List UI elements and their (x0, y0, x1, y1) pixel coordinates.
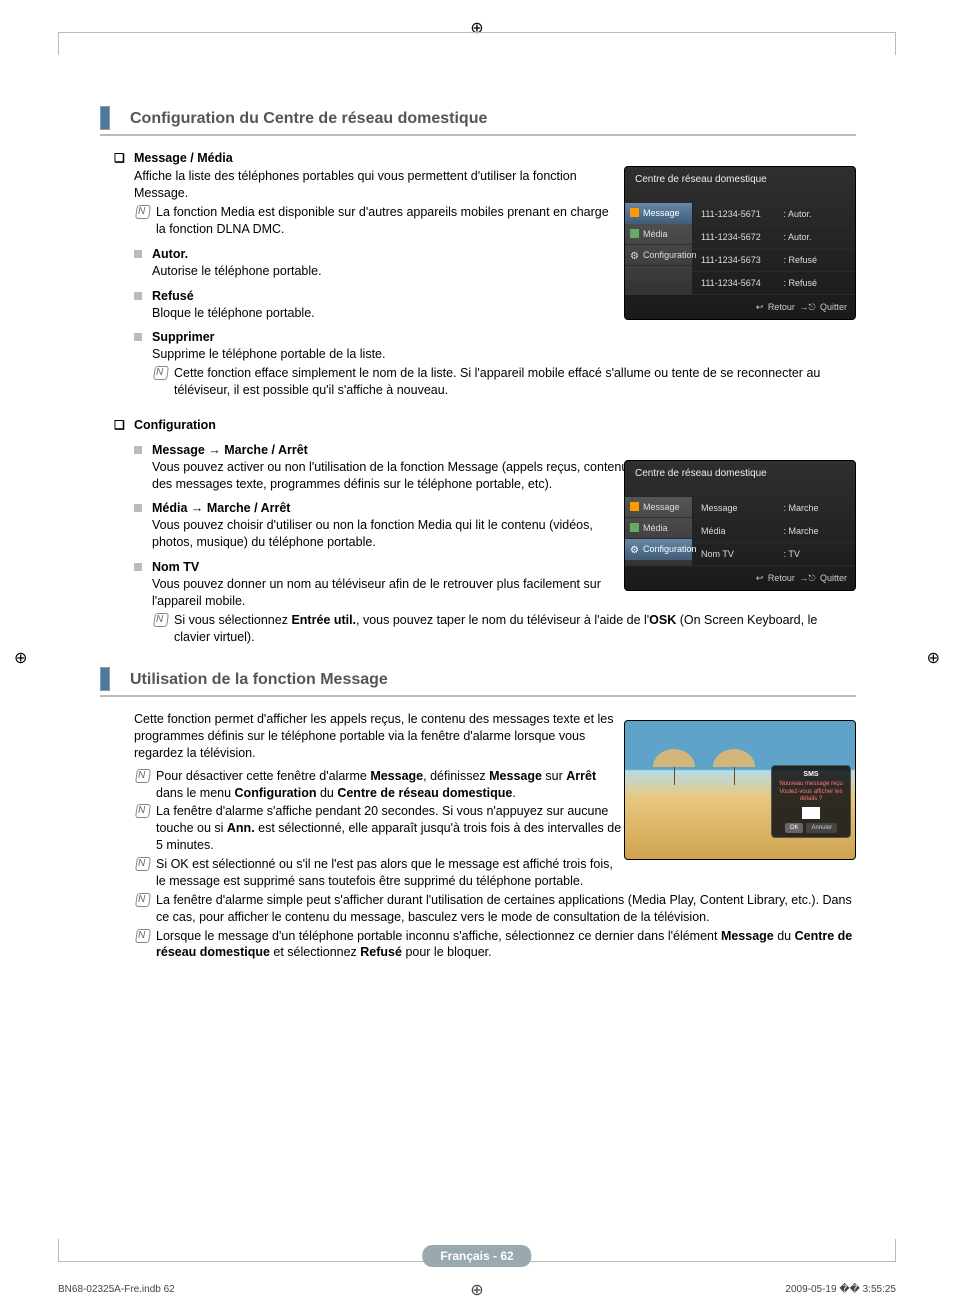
beach-umbrella-icon (653, 749, 695, 767)
envelope-icon (630, 502, 639, 511)
paragraph: Vous pouvez donner un nom au téléviseur … (152, 576, 632, 610)
section-title-usage: Utilisation de la fonction Message (100, 669, 856, 697)
media-icon (630, 229, 639, 238)
note: Si vous sélectionnez Entrée util., vous … (152, 612, 856, 646)
note: La fonction Media est disponible sur d'a… (134, 204, 614, 238)
osd-row[interactable]: 111-1234-5671: Autor. (693, 203, 855, 226)
osd-row[interactable]: Message: Marche (693, 497, 855, 520)
return-button[interactable]: ↩ Retour (756, 301, 795, 313)
note: Si OK est sélectionné ou s'il ne l'est p… (134, 856, 624, 890)
osd-nav: Message Média Configuration (625, 203, 693, 296)
paragraph: Cette fonction permet d'afficher les app… (134, 711, 624, 762)
osd-nav-config[interactable]: Configuration (625, 539, 692, 560)
paragraph: Supprime le téléphone portable de la lis… (152, 346, 856, 363)
crop-mark-icon: ⊕ (470, 1280, 483, 1300)
sms-alert-popup: SMS Nouveau message reçu Voulez-vous aff… (771, 765, 851, 838)
note: La fenêtre d'alarme simple peut s'affich… (134, 892, 856, 926)
footer-file: BN68-02325A-Fre.indb 62 (58, 1284, 175, 1295)
footer-timestamp: 2009-05-19 �� 3:55:25 (785, 1284, 896, 1295)
osd-row[interactable]: Média: Marche (693, 520, 855, 543)
print-footer: BN68-02325A-Fre.indb 62 ⊕ 2009-05-19 �� … (58, 1284, 896, 1295)
paragraph: Vous pouvez activer ou non l'utilisation… (152, 459, 632, 493)
osd-row[interactable]: 111-1234-5672: Autor. (693, 226, 855, 249)
osd-panel-configuration: Centre de réseau domestique Message Médi… (624, 460, 856, 591)
ok-button[interactable]: OK (785, 823, 804, 833)
note: Lorsque le message d'un téléphone portab… (134, 928, 856, 962)
osd-row[interactable]: Nom TV: TV (693, 543, 855, 566)
osd-footer: ↩ Retour →⎋ Quitter (625, 566, 855, 590)
cancel-button[interactable]: Annuler (806, 823, 837, 833)
osd-row[interactable]: 111-1234-5674: Refusé (693, 272, 855, 295)
paragraph: Affiche la liste des téléphones portable… (134, 168, 614, 202)
crop-mark-icon: ⊕ (14, 648, 27, 668)
exit-button[interactable]: →⎋ Quitter (799, 572, 847, 584)
osd-nav-message[interactable]: Message (625, 203, 692, 224)
envelope-icon (630, 208, 639, 217)
osd-panel-message-list: Centre de réseau domestique Message Médi… (624, 166, 856, 320)
osd-nav: Message Média Configuration (625, 497, 693, 566)
crop-mark-icon: ⊕ (927, 648, 940, 668)
heading-supprimer: Supprimer (152, 329, 856, 346)
gear-icon (630, 250, 639, 259)
osd-title: Centre de réseau domestique (625, 167, 855, 203)
osd-footer: ↩ Retour →⎋ Quitter (625, 295, 855, 319)
beach-umbrella-icon (713, 749, 755, 767)
osd-row[interactable]: 111-1234-5673: Refusé (693, 249, 855, 272)
heading-configuration: Configuration (134, 417, 856, 434)
exit-button[interactable]: →⎋ Quitter (799, 301, 847, 313)
section-title-config: Configuration du Centre de réseau domest… (100, 108, 856, 136)
heading-message-marche: Message → Marche / Arrêt (152, 442, 856, 459)
tv-alarm-thumbnail: SMS Nouveau message reçu Voulez-vous aff… (624, 720, 856, 860)
return-button[interactable]: ↩ Retour (756, 572, 795, 584)
page-indicator: Français - 62 (422, 1245, 531, 1267)
osd-nav-config[interactable]: Configuration (625, 245, 692, 266)
alert-title: SMS (776, 770, 846, 779)
osd-nav-message[interactable]: Message (625, 497, 692, 518)
alert-body: Nouveau message reçu Voulez-vous affiche… (776, 781, 846, 803)
gear-icon (630, 544, 639, 553)
paragraph: Vous pouvez choisir d'utiliser ou non la… (152, 517, 632, 551)
media-icon (630, 523, 639, 532)
osd-nav-media[interactable]: Média (625, 518, 692, 539)
osd-title: Centre de réseau domestique (625, 461, 855, 497)
heading-message-media: Message / Média (134, 150, 856, 167)
envelope-icon (802, 807, 820, 819)
note: Cette fonction efface simplement le nom … (152, 365, 856, 399)
note: Pour désactiver cette fenêtre d'alarme M… (134, 768, 624, 802)
osd-nav-media[interactable]: Média (625, 224, 692, 245)
note: La fenêtre d'alarme s'affiche pendant 20… (134, 803, 624, 854)
